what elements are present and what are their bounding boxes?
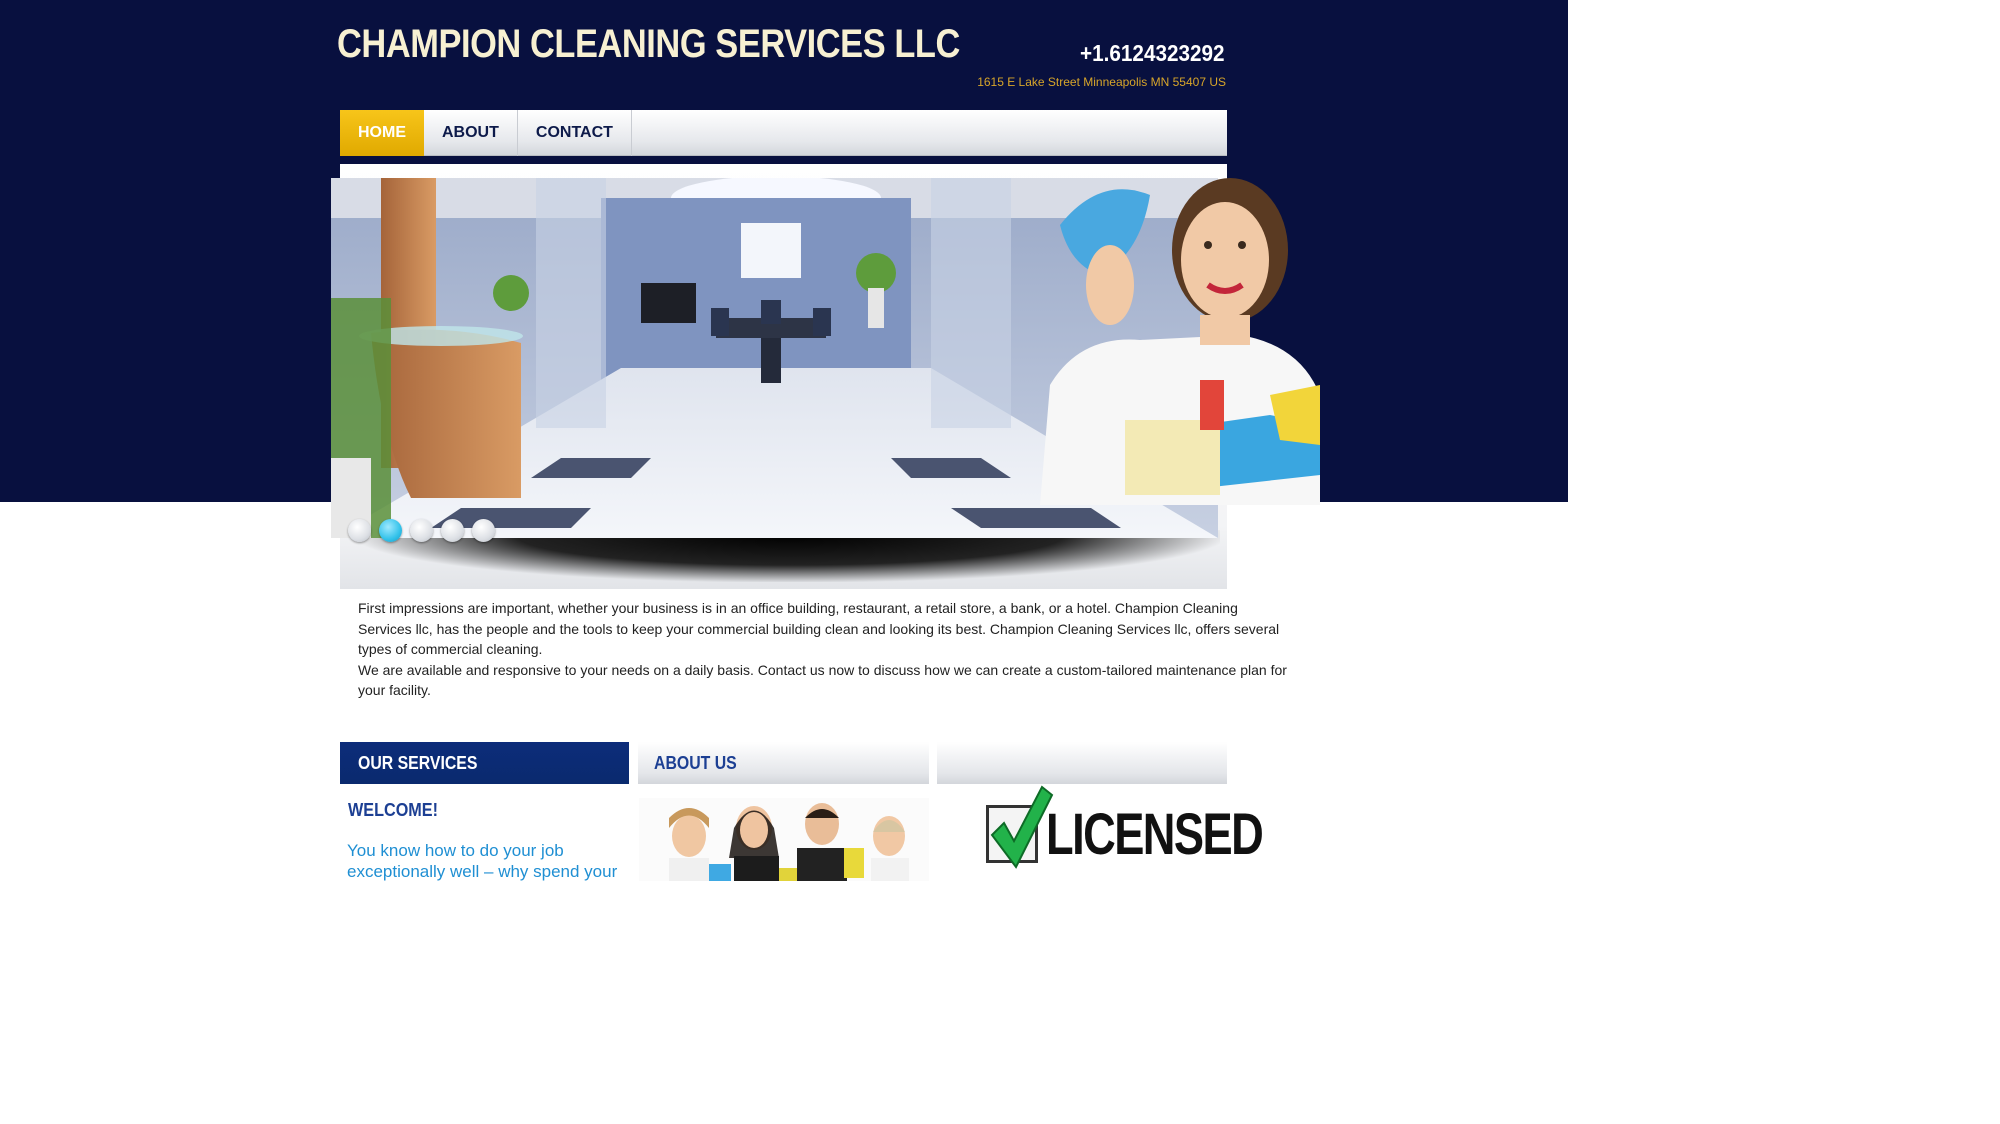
our-services-heading: OUR SERVICES xyxy=(340,742,629,784)
cleaning-woman-image xyxy=(1040,178,1320,505)
slider-dot-3[interactable] xyxy=(410,519,433,542)
intro-paragraph-2: We are available and responsive to your … xyxy=(358,661,1287,699)
licensed-badge: LICENSED xyxy=(980,783,1265,881)
team-illustration xyxy=(639,798,929,881)
about-us-heading: ABOUT US xyxy=(638,742,929,784)
slider-pagination xyxy=(348,519,495,542)
intro-text: First impressions are important, whether… xyxy=(358,598,1293,701)
nav-item-contact[interactable]: CONTACT xyxy=(518,110,632,156)
intro-paragraph-1: First impressions are important, whether… xyxy=(358,600,1280,657)
address: 1615 E Lake Street Minneapolis MN 55407 … xyxy=(977,75,1226,89)
third-column-heading xyxy=(937,742,1227,784)
nav-item-about[interactable]: ABOUT xyxy=(424,110,518,156)
team-photo xyxy=(639,798,929,881)
site-title[interactable]: CHAMPION CLEANING SERVICES LLC xyxy=(337,22,960,67)
main-nav: HOME ABOUT CONTACT xyxy=(340,110,1227,156)
about-us-heading-label: ABOUT US xyxy=(654,752,737,773)
slider-dot-1[interactable] xyxy=(348,519,371,542)
slider-dot-4[interactable] xyxy=(441,519,464,542)
nav-item-home[interactable]: HOME xyxy=(340,110,424,156)
slider-dot-2[interactable] xyxy=(379,519,402,542)
slider-dot-5[interactable] xyxy=(472,519,495,542)
welcome-title: WELCOME! xyxy=(348,800,448,821)
welcome-title-label: WELCOME! xyxy=(348,800,438,820)
our-services-heading-label: OUR SERVICES xyxy=(358,752,478,773)
licensed-text: LICENSED xyxy=(1046,802,1264,867)
phone-number[interactable]: +1.6124323292 xyxy=(1081,40,1225,67)
welcome-text: You know how to do your job exceptionall… xyxy=(347,841,618,881)
